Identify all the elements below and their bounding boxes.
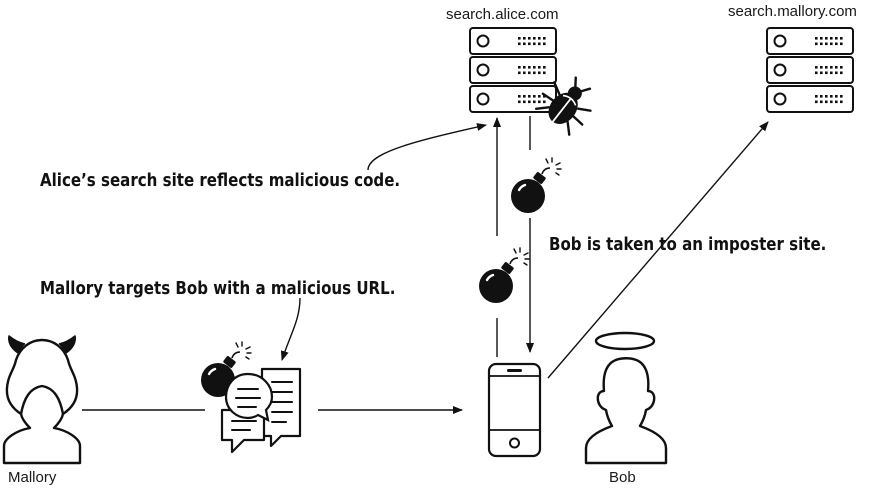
callout-alice-reflects: Alice’s search site reflects malicious c… bbox=[40, 171, 401, 191]
bomb-icon-reflected bbox=[509, 156, 563, 215]
leader-alice-callout bbox=[367, 123, 487, 171]
alice-server-label: search.alice.com bbox=[446, 6, 559, 23]
mallory-server-label: search.mallory.com bbox=[728, 3, 857, 20]
callout-mallory-targets: Mallory targets Bob with a malicious URL… bbox=[40, 279, 396, 299]
mallory-avatar bbox=[2, 335, 82, 465]
chat-bubbles-icon bbox=[220, 367, 302, 454]
callout-imposter-site: Bob is taken to an imposter site. bbox=[549, 235, 827, 255]
halo-icon bbox=[594, 331, 656, 351]
leader-mallory-callout bbox=[280, 297, 301, 361]
alice-server-icon bbox=[469, 27, 557, 113]
mallory-label: Mallory bbox=[8, 469, 57, 486]
bob-avatar bbox=[584, 331, 668, 465]
bomb-icon-request bbox=[477, 246, 531, 305]
bob-label: Bob bbox=[609, 469, 636, 486]
mallory-server-icon bbox=[766, 27, 854, 113]
smartphone-icon bbox=[487, 362, 542, 458]
